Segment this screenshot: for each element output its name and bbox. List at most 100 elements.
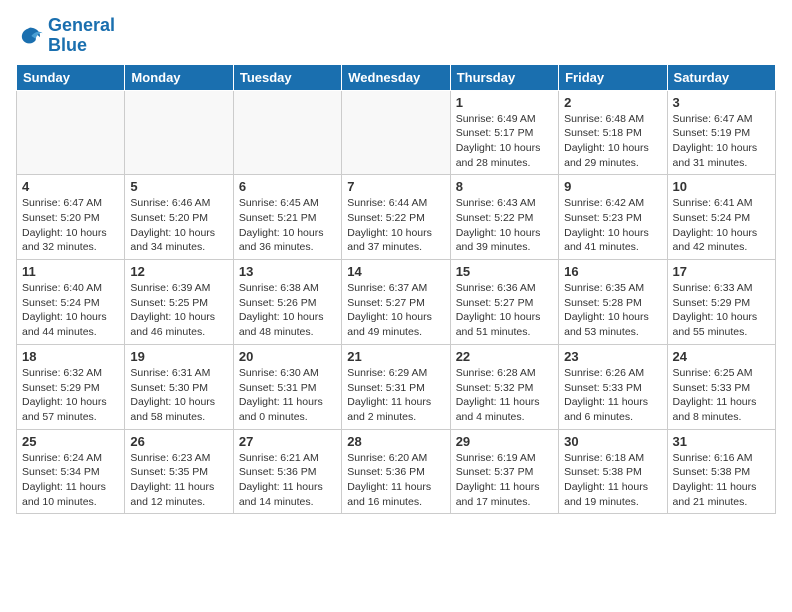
day-info: Sunrise: 6:48 AM Sunset: 5:18 PM Dayligh…: [564, 112, 661, 171]
weekday-header-thursday: Thursday: [450, 64, 558, 90]
calendar-cell: 18 Sunrise: 6:32 AM Sunset: 5:29 PM Dayli…: [17, 344, 125, 429]
day-info: Sunrise: 6:49 AM Sunset: 5:17 PM Dayligh…: [456, 112, 553, 171]
day-number: 8: [456, 179, 553, 194]
calendar-week-5: 25Sunrise: 6:24 AM Sunset: 5:34 PM Dayli…: [17, 429, 776, 514]
day-number: 3: [673, 95, 770, 110]
day-number: 13: [239, 264, 336, 279]
day-number: 21: [347, 349, 444, 364]
day-number: 10: [673, 179, 770, 194]
day-number: 20: [239, 349, 336, 364]
day-info: Sunrise: 6:31 AM Sunset: 5:30 PM Dayligh…: [130, 366, 227, 425]
day-number: 12: [130, 264, 227, 279]
calendar-cell: 23 Sunrise: 6:26 AM Sunset: 5:33 PM Dayli…: [559, 344, 667, 429]
day-number: 16: [564, 264, 661, 279]
calendar-cell: 5 Sunrise: 6:46 AM Sunset: 5:20 PM Daylig…: [125, 175, 233, 260]
weekday-header-friday: Friday: [559, 64, 667, 90]
weekday-header-sunday: Sunday: [17, 64, 125, 90]
day-info: Sunrise: 6:37 AM Sunset: 5:27 PM Dayligh…: [347, 281, 444, 340]
day-number: 5: [130, 179, 227, 194]
day-info: Sunrise: 6:26 AM Sunset: 5:33 PM Dayligh…: [564, 366, 661, 425]
day-info: Sunrise: 6:41 AM Sunset: 5:24 PM Dayligh…: [673, 196, 770, 255]
calendar-cell: 16 Sunrise: 6:35 AM Sunset: 5:28 PM Dayli…: [559, 260, 667, 345]
calendar-cell: 29 Sunrise: 6:19 AM Sunset: 5:37 PM Dayli…: [450, 429, 558, 514]
weekday-header-saturday: Saturday: [667, 64, 775, 90]
day-number: 23: [564, 349, 661, 364]
page-header: General Blue: [16, 16, 776, 56]
day-info: Sunrise: 6:19 AM Sunset: 5:37 PM Dayligh…: [456, 451, 553, 510]
calendar-cell: 15Sunrise: 6:36 AM Sunset: 5:27 PM Dayli…: [450, 260, 558, 345]
calendar-cell: 4Sunrise: 6:47 AM Sunset: 5:20 PM Daylig…: [17, 175, 125, 260]
day-info: Sunrise: 6:42 AM Sunset: 5:23 PM Dayligh…: [564, 196, 661, 255]
calendar-cell: 30 Sunrise: 6:18 AM Sunset: 5:38 PM Dayli…: [559, 429, 667, 514]
weekday-header-row: SundayMondayTuesdayWednesdayThursdayFrid…: [17, 64, 776, 90]
day-info: Sunrise: 6:35 AM Sunset: 5:28 PM Dayligh…: [564, 281, 661, 340]
day-info: Sunrise: 6:23 AM Sunset: 5:35 PM Dayligh…: [130, 451, 227, 510]
day-info: Sunrise: 6:28 AM Sunset: 5:32 PM Dayligh…: [456, 366, 553, 425]
calendar-cell: 20 Sunrise: 6:30 AM Sunset: 5:31 PM Dayli…: [233, 344, 341, 429]
logo-icon: [16, 22, 44, 50]
day-info: Sunrise: 6:39 AM Sunset: 5:25 PM Dayligh…: [130, 281, 227, 340]
day-number: 14: [347, 264, 444, 279]
day-info: Sunrise: 6:24 AM Sunset: 5:34 PM Dayligh…: [22, 451, 119, 510]
calendar-cell: 11Sunrise: 6:40 AM Sunset: 5:24 PM Dayli…: [17, 260, 125, 345]
day-info: Sunrise: 6:20 AM Sunset: 5:36 PM Dayligh…: [347, 451, 444, 510]
calendar-cell: 17 Sunrise: 6:33 AM Sunset: 5:29 PM Dayli…: [667, 260, 775, 345]
day-info: Sunrise: 6:36 AM Sunset: 5:27 PM Dayligh…: [456, 281, 553, 340]
calendar-cell: 1 Sunrise: 6:49 AM Sunset: 5:17 PM Daylig…: [450, 90, 558, 175]
day-info: Sunrise: 6:33 AM Sunset: 5:29 PM Dayligh…: [673, 281, 770, 340]
day-info: Sunrise: 6:38 AM Sunset: 5:26 PM Dayligh…: [239, 281, 336, 340]
day-info: Sunrise: 6:30 AM Sunset: 5:31 PM Dayligh…: [239, 366, 336, 425]
calendar-cell: 19Sunrise: 6:31 AM Sunset: 5:30 PM Dayli…: [125, 344, 233, 429]
calendar-cell: 14 Sunrise: 6:37 AM Sunset: 5:27 PM Dayli…: [342, 260, 450, 345]
calendar-cell: [17, 90, 125, 175]
calendar-cell: 24Sunrise: 6:25 AM Sunset: 5:33 PM Dayli…: [667, 344, 775, 429]
day-number: 6: [239, 179, 336, 194]
day-info: Sunrise: 6:29 AM Sunset: 5:31 PM Dayligh…: [347, 366, 444, 425]
day-number: 26: [130, 434, 227, 449]
day-number: 27: [239, 434, 336, 449]
day-number: 4: [22, 179, 119, 194]
day-number: 31: [673, 434, 770, 449]
calendar-cell: 12 Sunrise: 6:39 AM Sunset: 5:25 PM Dayli…: [125, 260, 233, 345]
calendar-cell: 7 Sunrise: 6:44 AM Sunset: 5:22 PM Daylig…: [342, 175, 450, 260]
day-number: 29: [456, 434, 553, 449]
day-info: Sunrise: 6:43 AM Sunset: 5:22 PM Dayligh…: [456, 196, 553, 255]
day-number: 2: [564, 95, 661, 110]
logo: General Blue: [16, 16, 115, 56]
day-number: 17: [673, 264, 770, 279]
calendar-week-3: 11Sunrise: 6:40 AM Sunset: 5:24 PM Dayli…: [17, 260, 776, 345]
calendar-cell: 26 Sunrise: 6:23 AM Sunset: 5:35 PM Dayli…: [125, 429, 233, 514]
day-info: Sunrise: 6:18 AM Sunset: 5:38 PM Dayligh…: [564, 451, 661, 510]
day-number: 11: [22, 264, 119, 279]
calendar-cell: 10 Sunrise: 6:41 AM Sunset: 5:24 PM Dayli…: [667, 175, 775, 260]
calendar-cell: 3 Sunrise: 6:47 AM Sunset: 5:19 PM Daylig…: [667, 90, 775, 175]
calendar-cell: 9 Sunrise: 6:42 AM Sunset: 5:23 PM Daylig…: [559, 175, 667, 260]
weekday-header-monday: Monday: [125, 64, 233, 90]
weekday-header-tuesday: Tuesday: [233, 64, 341, 90]
calendar-cell: 21 Sunrise: 6:29 AM Sunset: 5:31 PM Dayli…: [342, 344, 450, 429]
day-number: 30: [564, 434, 661, 449]
calendar-cell: 6 Sunrise: 6:45 AM Sunset: 5:21 PM Daylig…: [233, 175, 341, 260]
calendar-cell: 28 Sunrise: 6:20 AM Sunset: 5:36 PM Dayli…: [342, 429, 450, 514]
day-number: 18: [22, 349, 119, 364]
day-info: Sunrise: 6:16 AM Sunset: 5:38 PM Dayligh…: [673, 451, 770, 510]
day-number: 9: [564, 179, 661, 194]
day-number: 1: [456, 95, 553, 110]
day-info: Sunrise: 6:45 AM Sunset: 5:21 PM Dayligh…: [239, 196, 336, 255]
day-info: Sunrise: 6:44 AM Sunset: 5:22 PM Dayligh…: [347, 196, 444, 255]
calendar-cell: [342, 90, 450, 175]
day-info: Sunrise: 6:32 AM Sunset: 5:29 PM Dayligh…: [22, 366, 119, 425]
calendar-cell: 8 Sunrise: 6:43 AM Sunset: 5:22 PM Daylig…: [450, 175, 558, 260]
day-number: 7: [347, 179, 444, 194]
day-number: 28: [347, 434, 444, 449]
logo-text: General Blue: [48, 16, 115, 56]
calendar-cell: 27 Sunrise: 6:21 AM Sunset: 5:36 PM Dayli…: [233, 429, 341, 514]
calendar-cell: [233, 90, 341, 175]
day-info: Sunrise: 6:47 AM Sunset: 5:19 PM Dayligh…: [673, 112, 770, 171]
calendar-cell: 25Sunrise: 6:24 AM Sunset: 5:34 PM Dayli…: [17, 429, 125, 514]
day-info: Sunrise: 6:25 AM Sunset: 5:33 PM Dayligh…: [673, 366, 770, 425]
day-info: Sunrise: 6:21 AM Sunset: 5:36 PM Dayligh…: [239, 451, 336, 510]
calendar-week-2: 4Sunrise: 6:47 AM Sunset: 5:20 PM Daylig…: [17, 175, 776, 260]
weekday-header-wednesday: Wednesday: [342, 64, 450, 90]
day-info: Sunrise: 6:46 AM Sunset: 5:20 PM Dayligh…: [130, 196, 227, 255]
